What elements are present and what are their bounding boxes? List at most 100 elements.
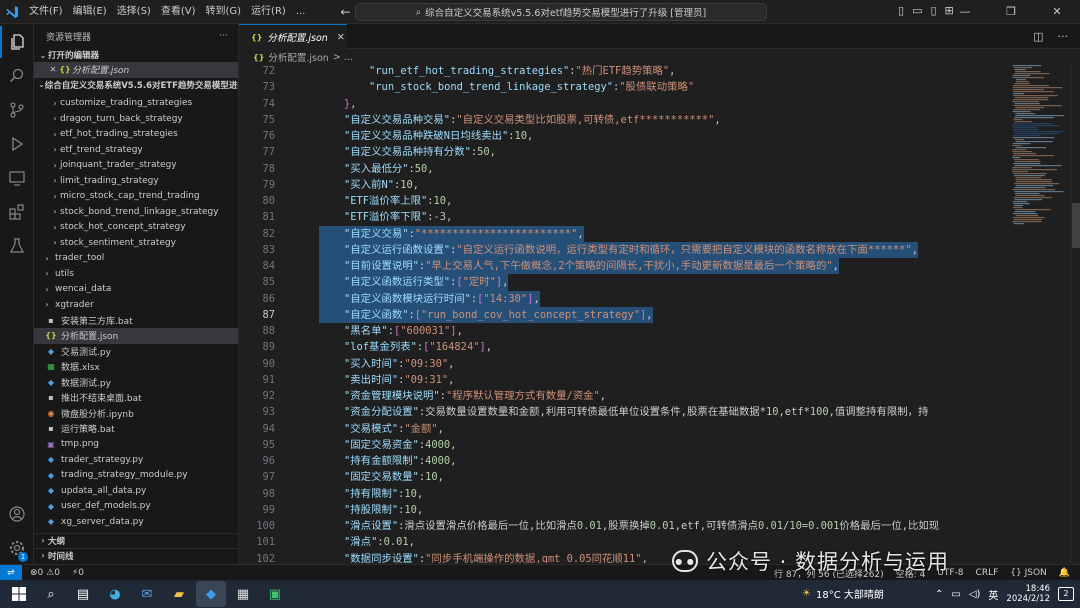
weather-widget[interactable]: ☀ 18°C 大部晴朗 [802, 586, 884, 601]
remote-explorer-icon[interactable] [0, 162, 34, 194]
minimize-icon[interactable]: — [942, 0, 988, 24]
sidebar-folder-item[interactable]: › wencai_data [34, 282, 238, 298]
code-line[interactable]: 98 "持有限制":10, [239, 486, 1010, 502]
minimap[interactable] [1010, 63, 1070, 563]
code-line[interactable]: 95 "固定交易资金":4000, [239, 437, 1010, 453]
sidebar-file-item[interactable]: ▪ 推出不结束桌面.bat [34, 390, 238, 406]
scrollbar-thumb[interactable] [1072, 203, 1080, 248]
language-mode[interactable]: {} JSON [1010, 568, 1047, 578]
timeline-section[interactable]: › 时间线 [34, 548, 238, 562]
code-line[interactable]: 100 "滑点设置":滑点设置滑点价格最后一位,比如滑点0.01,股票换掉0.0… [239, 518, 1010, 534]
sidebar-file-item[interactable]: ◆ 交易测试.py [34, 344, 238, 360]
sidebar-file-item[interactable]: ◆ user_def_models.py [34, 499, 238, 515]
code-line[interactable]: 79 "买入前N":10, [239, 177, 1010, 193]
code-line[interactable]: 88 "黑名单":["600031"], [239, 323, 1010, 339]
back-arrow-icon[interactable]: ← [340, 5, 350, 19]
sidebar-folder-item[interactable]: › etf_trend_strategy [34, 142, 238, 158]
sidebar-folder-item[interactable]: › stock_sentiment_strategy [34, 235, 238, 251]
code-line[interactable]: 81 "ETF溢价率下限":-3, [239, 209, 1010, 225]
code-line[interactable]: 84 "目前设置说明":"早上交易人气,下午做概念,2个策略的间隔长,干扰小,手… [239, 258, 1010, 275]
network-icon[interactable]: ▭ [951, 589, 960, 600]
menu-selection[interactable]: 选择(S) [112, 0, 156, 24]
close-editor-icon[interactable]: ✕ [48, 65, 58, 74]
sidebar-folder-item[interactable]: › etf_hot_trading_strategies [34, 127, 238, 143]
sidebar-file-item[interactable]: ◆ 数据测试.py [34, 375, 238, 391]
code-line[interactable]: 72 "run_etf_hot_trading_strategies":"热门E… [239, 63, 1010, 79]
code-line[interactable]: 80 "ETF溢价率上限":10, [239, 193, 1010, 209]
settings-gear-icon[interactable]: 1 [0, 532, 34, 564]
project-section[interactable]: ⌄ 综合自定义交易系统V5.5.6对ETF趋势交易模型进行了... [34, 78, 238, 92]
menu-run[interactable]: 运行(R) [246, 0, 291, 24]
source-control-icon[interactable] [0, 94, 34, 126]
menu-more[interactable]: ... [291, 0, 311, 24]
code-line[interactable]: 102 "数据同步设置":"同步手机端操作的数据,qmt 0.05同花顺11", [239, 551, 1010, 564]
store-icon[interactable]: ▦ [228, 581, 258, 607]
file-explorer-icon[interactable]: ▰ [164, 581, 194, 607]
toggle-panel-icon[interactable]: ▭ [912, 4, 922, 17]
taskbar-search-icon[interactable]: ⌕ [36, 581, 66, 607]
open-editor-item[interactable]: ✕ {} 分析配置.json [34, 62, 238, 78]
code-line[interactable]: 94 "交易模式":"金额", [239, 421, 1010, 437]
code-line[interactable]: 83 "自定义运行函数设置":"自定义运行函数说明，运行类型有定时和循环，只需要… [239, 241, 1010, 258]
command-center[interactable]: ⌕ 综合自定义交易系统v5.5.6对etf趋势交易模型进行了升级 [管理员] [355, 3, 767, 21]
sidebar-folder-item[interactable]: › customize_trading_strategies [34, 96, 238, 112]
code-line[interactable]: 78 "买入最低分":50, [239, 161, 1010, 177]
toggle-secondary-sidebar-icon[interactable]: ▯ [930, 4, 936, 17]
sidebar-folder-item[interactable]: › dragon_turn_back_strategy [34, 111, 238, 127]
sidebar-folder-item[interactable]: › joinquant_trader_strategy [34, 158, 238, 174]
split-editor-icon[interactable]: ◫ [1033, 30, 1043, 43]
problems-indicator[interactable]: ⊗0 ⚠0 [30, 568, 60, 578]
open-editors-section[interactable]: ⌄ 打开的编辑器 [34, 48, 238, 62]
more-actions-icon[interactable]: ··· [1058, 30, 1069, 43]
remote-indicator-icon[interactable]: ⇌ [0, 564, 22, 581]
run-debug-icon[interactable] [0, 128, 34, 160]
sidebar-file-item[interactable]: ▪ 运行策略.bat [34, 421, 238, 437]
sidebar-file-item[interactable]: ◉ 微盘股分析.ipynb [34, 406, 238, 422]
code-line[interactable]: 87 "自定义函数":["run_bond_cov_hot_concept_st… [239, 306, 1010, 323]
code-line[interactable]: 93 "资金分配设置":交易数量设置数量和金额,利用可转债最低单位设置条件,股票… [239, 404, 1010, 420]
account-icon[interactable] [0, 498, 34, 530]
vscode-taskbar-icon[interactable]: ◆ [196, 581, 226, 607]
code-line[interactable]: 89 "lof基金列表":["164824"], [239, 339, 1010, 355]
explorer-icon[interactable] [0, 26, 34, 58]
ports-indicator[interactable]: ⚡0 [72, 568, 84, 578]
sidebar-file-item[interactable]: ▪ 安装第三方库.bat [34, 313, 238, 329]
sidebar-folder-item[interactable]: › stock_hot_concept_strategy [34, 220, 238, 236]
extensions-icon[interactable] [0, 196, 34, 228]
code-line[interactable]: 96 "持有金额限制":4000, [239, 453, 1010, 469]
search-activity-icon[interactable] [0, 60, 34, 92]
indentation[interactable]: 空格: 4 [896, 567, 926, 580]
sidebar-folder-item[interactable]: › micro_stock_cap_trend_trading [34, 189, 238, 205]
sidebar-file-item[interactable]: ▦ 数据.xlsx [34, 359, 238, 375]
task-view-icon[interactable]: ▤ [68, 581, 98, 607]
windows-start-icon[interactable] [4, 581, 34, 607]
edge-browser-icon[interactable]: ◕ [100, 581, 130, 607]
code-line[interactable]: 90 "买入时间":"09:30", [239, 356, 1010, 372]
sidebar-file-item[interactable]: ◆ trading_strategy_module.py [34, 468, 238, 484]
menu-edit[interactable]: 编辑(E) [68, 0, 112, 24]
taskbar-clock[interactable]: 18:46 2024/2/12 [1006, 584, 1050, 604]
code-line[interactable]: 74 }, [239, 96, 1010, 112]
outline-section[interactable]: › 大纲 [34, 533, 238, 547]
explorer-more-button[interactable]: ··· [219, 31, 228, 41]
line-ending[interactable]: CRLF [976, 568, 999, 578]
restore-icon[interactable]: ❐ [988, 0, 1034, 24]
tab-analysis-config[interactable]: {} 分析配置.json ✕ [239, 24, 347, 49]
notification-center-badge[interactable]: 2 [1058, 587, 1074, 601]
ime-indicator[interactable]: 英 [988, 587, 998, 602]
code-line[interactable]: 73 "run_stock_bond_trend_linkage_strateg… [239, 79, 1010, 95]
code-line[interactable]: 101 "滑点":0.01, [239, 534, 1010, 550]
breadcrumb-rest[interactable]: > ... [333, 52, 353, 63]
notifications-bell-icon[interactable]: 🔔 [1059, 568, 1070, 578]
sidebar-file-item[interactable]: ◆ xg_server_data.py [34, 514, 238, 530]
sidebar-file-item[interactable]: ▣ tmp.png [34, 437, 238, 453]
volume-icon[interactable]: ◁) [969, 589, 981, 600]
code-line[interactable]: 76 "自定义交易品种跌破N日均线卖出":10, [239, 128, 1010, 144]
close-tab-icon[interactable]: ✕ [337, 32, 345, 43]
code-editor[interactable]: 72 "run_etf_hot_trading_strategies":"热门E… [239, 63, 1010, 563]
breadcrumb-file[interactable]: 分析配置.json [268, 50, 328, 64]
editor-scrollbar[interactable] [1070, 63, 1080, 563]
code-line[interactable]: 99 "持股限制":10, [239, 502, 1010, 518]
sidebar-file-item[interactable]: ◆ trader_strategy.py [34, 452, 238, 468]
toggle-primary-sidebar-icon[interactable]: ▯ [898, 4, 904, 17]
